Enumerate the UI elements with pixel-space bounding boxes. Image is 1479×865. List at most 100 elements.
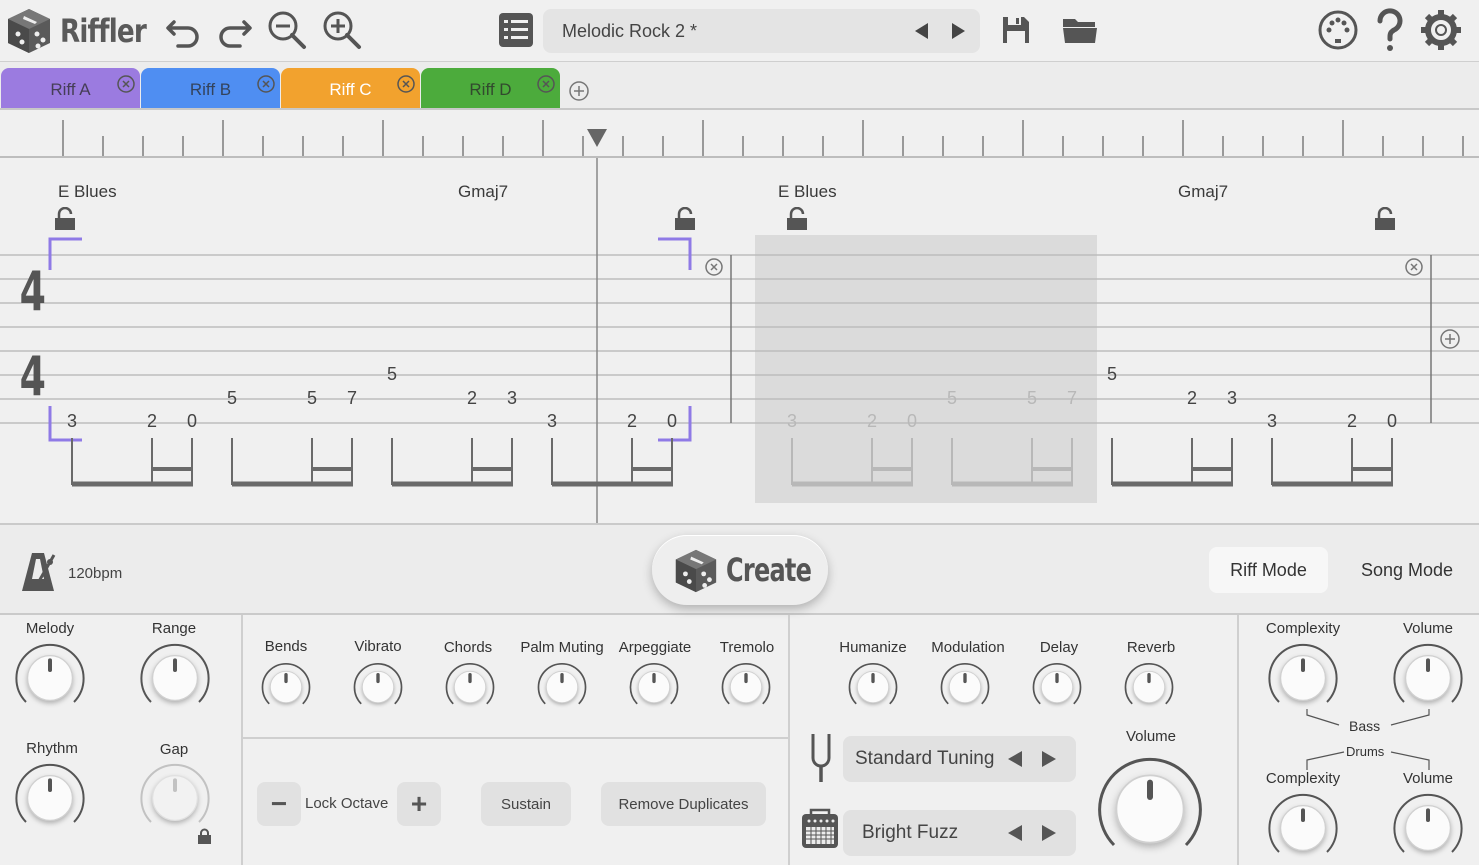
bends-knob[interactable] [258,659,314,720]
playhead-marker-icon[interactable] [587,129,607,147]
add-tab-icon[interactable] [568,80,590,102]
help-icon[interactable] [1368,8,1412,52]
fret-number[interactable]: 2 [142,411,162,432]
fret-number[interactable]: 2 [862,411,882,432]
vibrato-knob[interactable] [350,659,406,720]
fret-number[interactable]: 5 [222,388,242,409]
fret-number[interactable]: 5 [1102,364,1122,385]
zoom-out-icon[interactable] [265,8,309,52]
amp-value: Bright Fuzz [862,822,959,843]
drums-complexity-knob[interactable] [1263,788,1343,865]
tab-riff-c[interactable]: Riff C [281,68,420,108]
lock-open-icon[interactable] [53,207,77,231]
master-volume-knob[interactable] [1090,749,1210,865]
time-signature-bottom: 4 [19,345,46,408]
knob-dial-icon [848,662,898,705]
remove-duplicates-button[interactable]: Remove Duplicates [601,782,766,826]
preset-selector[interactable]: Melodic Rock 2 * [543,9,980,53]
octave-up-button[interactable]: + [397,782,441,826]
fret-number[interactable]: 2 [462,388,482,409]
drums-volume-knob[interactable] [1388,788,1468,865]
fret-number[interactable]: 2 [1342,411,1362,432]
tab-riff-d[interactable]: Riff D [421,68,560,108]
settings-gear-icon[interactable] [1419,8,1463,52]
knob-dial-icon [15,643,85,703]
preset-prev-icon[interactable] [910,19,934,43]
tab-score[interactable]: E Blues Gmaj7 E Blues Gmaj7 4 4 32055752… [0,158,1479,523]
tuning-prev-icon[interactable] [1005,749,1025,769]
timeline-ruler[interactable] [0,110,1479,158]
save-icon[interactable] [994,8,1038,52]
lock-octave-label: Lock Octave [305,795,389,812]
fret-number[interactable]: 0 [902,411,922,432]
fret-number[interactable]: 5 [302,388,322,409]
arpeggiate-knob[interactable] [626,659,682,720]
close-icon[interactable] [536,74,556,94]
fret-number[interactable]: 0 [662,411,682,432]
volume-label: Volume [1125,728,1177,745]
fret-number[interactable]: 7 [342,388,362,409]
zoom-in-icon[interactable] [320,8,364,52]
fret-number[interactable]: 3 [782,411,802,432]
midi-icon[interactable] [1316,8,1360,52]
amp-prev-icon[interactable] [1005,823,1025,843]
tuning-next-icon[interactable] [1039,749,1059,769]
melody-label: Melody [25,620,75,637]
amp-selector[interactable]: Bright Fuzz [843,810,1076,856]
range-knob[interactable] [135,638,215,723]
fret-number[interactable]: 5 [1022,388,1042,409]
riff-mode-button[interactable]: Riff Mode [1209,547,1328,593]
tab-riff-b[interactable]: Riff B [141,68,280,108]
melody-panel: Melody Range Rhythm Gap [0,615,243,865]
humanize-knob[interactable] [845,659,901,720]
drums-volume-label: Volume [1402,770,1454,787]
fret-number[interactable]: 0 [1382,411,1402,432]
fret-number[interactable]: 3 [502,388,522,409]
amp-next-icon[interactable] [1039,823,1059,843]
metronome-icon[interactable] [20,549,60,595]
modulation-knob[interactable] [937,659,993,720]
palm-muting-knob[interactable] [534,659,590,720]
chord-label: E Blues [58,182,117,201]
preset-next-icon[interactable] [946,19,970,43]
sustain-button[interactable]: Sustain [481,782,571,826]
close-icon[interactable] [256,74,276,94]
lock-open-icon[interactable] [785,207,809,231]
undo-icon[interactable] [162,8,206,52]
fret-number[interactable]: 3 [542,411,562,432]
fret-number[interactable]: 7 [1062,388,1082,409]
delay-knob[interactable] [1029,659,1085,720]
create-button[interactable]: Create [652,535,828,605]
reverb-label: Reverb [1126,639,1176,656]
fret-number[interactable]: 3 [1222,388,1242,409]
tremolo-knob[interactable] [718,659,774,720]
fret-number[interactable]: 3 [62,411,82,432]
redo-icon[interactable] [212,8,256,52]
beam-group [551,438,673,487]
fret-number[interactable]: 5 [382,364,402,385]
close-icon[interactable] [396,74,416,94]
open-folder-icon[interactable] [1058,8,1102,52]
tuning-value: Standard Tuning [855,748,995,769]
reverb-knob[interactable] [1121,659,1177,720]
melody-knob[interactable] [10,638,90,723]
fret-number[interactable]: 2 [1182,388,1202,409]
song-mode-button[interactable]: Song Mode [1343,547,1471,593]
octave-down-button[interactable]: − [257,782,301,826]
preset-list-icon[interactable] [494,8,538,52]
lock-open-icon[interactable] [673,207,697,231]
fret-number[interactable]: 0 [182,411,202,432]
fret-number[interactable]: 5 [942,388,962,409]
fret-number[interactable]: 2 [622,411,642,432]
close-icon[interactable] [116,74,136,94]
fret-number[interactable]: 3 [1262,411,1282,432]
lock-open-icon[interactable] [1373,207,1397,231]
chords-knob[interactable] [442,659,498,720]
time-signature-top: 4 [19,260,46,323]
drums-complexity-label: Complexity [1265,770,1341,787]
lock-icon[interactable] [197,828,212,844]
tuning-selector[interactable]: Standard Tuning [843,736,1076,782]
tab-riff-a[interactable]: Riff A [1,68,140,108]
tempo-display[interactable]: 120bpm [68,565,122,582]
rhythm-knob[interactable] [10,758,90,843]
